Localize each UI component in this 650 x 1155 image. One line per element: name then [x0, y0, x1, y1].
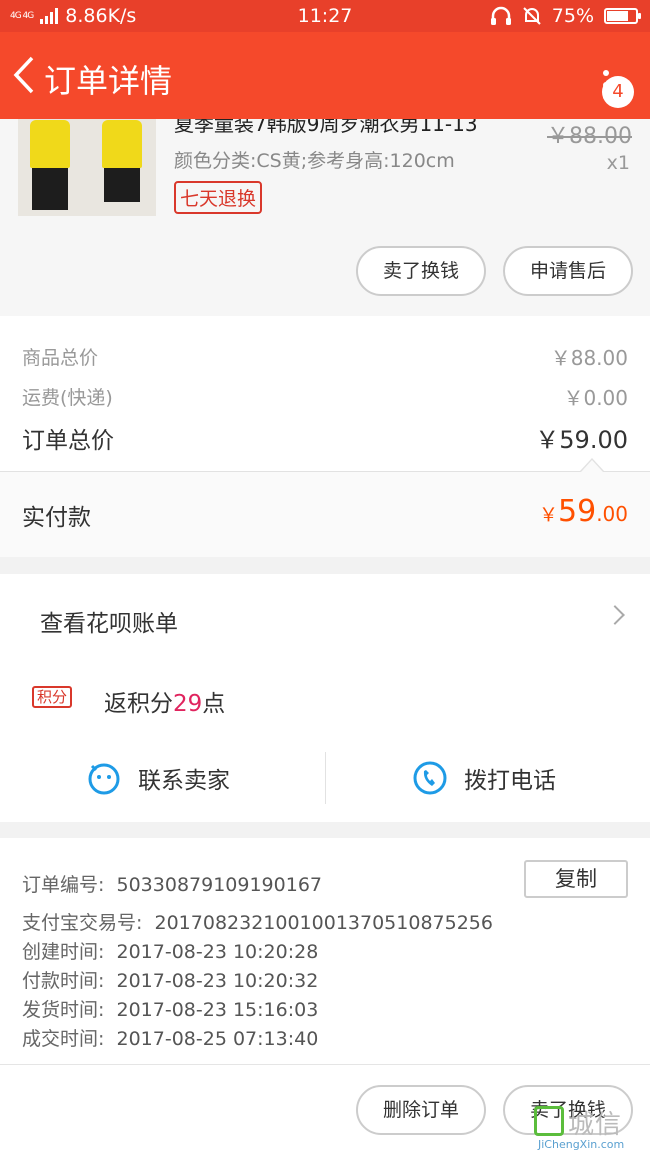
- paid-time-row: 付款时间: 2017-08-23 10:20:32: [22, 970, 319, 992]
- battery-icon: [604, 8, 641, 24]
- delete-order-button[interactable]: 删除订单: [356, 1085, 486, 1135]
- goods-total-value: ￥88.00: [550, 346, 628, 370]
- order-info: 订单编号: 50330879109190167 复制 支付宝交易号: 20170…: [0, 838, 650, 1064]
- closed-time-row: 成交时间: 2017-08-25 07:13:40: [22, 1028, 319, 1050]
- copy-button[interactable]: 复制: [524, 860, 628, 898]
- nav-bar: 订单详情 4: [0, 32, 650, 119]
- paid-label: 实付款: [22, 505, 91, 531]
- contact-seller-label: 联系卖家: [138, 768, 230, 794]
- product-quantity: x1: [606, 152, 630, 174]
- chat-smile-icon: [88, 763, 120, 795]
- order-number: 50330879109190167: [116, 874, 323, 896]
- services-section: 查看花呗账单 积分 返积分29点 联系卖家 拨打电话: [0, 574, 650, 822]
- contact-seller-button[interactable]: 联系卖家: [86, 752, 230, 804]
- huabei-bill-link[interactable]: 查看花呗账单: [40, 604, 178, 638]
- points-reward: 返积分29点: [104, 691, 226, 717]
- points-number: 29: [173, 691, 203, 717]
- shipping-value: ￥0.00: [563, 386, 628, 410]
- product-image[interactable]: [18, 114, 156, 216]
- status-bar: 4G 4G 8.86K/s 11:27 75%: [0, 0, 650, 32]
- notification-badge[interactable]: 4: [602, 76, 634, 108]
- watermark-logo: 城信 JiChengXin.com: [534, 1104, 650, 1155]
- paid-amount: ￥ 59 .00: [538, 494, 628, 529]
- order-total-label: 订单总价: [22, 427, 114, 454]
- price-summary: 商品总价 ￥88.00 运费(快递) ￥0.00 订单总价 ￥59.00: [0, 316, 650, 471]
- resell-button[interactable]: 卖了换钱: [356, 246, 486, 296]
- shipping-label: 运费(快递): [22, 387, 113, 409]
- created-time-row: 创建时间: 2017-08-23 10:20:28: [22, 941, 319, 963]
- battery-percent: 75%: [551, 5, 594, 27]
- product-sku: 颜色分类:CS黄;参考身高:120cm: [174, 150, 455, 172]
- shipped-time-row: 发货时间: 2017-08-23 15:16:03: [22, 999, 319, 1021]
- mute-bell-icon: [523, 7, 541, 25]
- order-number-row: 订单编号: 50330879109190167: [22, 874, 323, 896]
- call-phone-label: 拨打电话: [464, 768, 556, 794]
- phone-icon: [413, 761, 447, 795]
- points-tag: 积分: [32, 686, 73, 708]
- order-total-value: ￥59.00: [535, 426, 628, 454]
- after-sale-button[interactable]: 申请售后: [503, 246, 633, 296]
- goods-total-label: 商品总价: [22, 347, 99, 369]
- headset-icon: [490, 6, 511, 25]
- return-policy-tag: 七天退换: [174, 181, 263, 214]
- page-title: 订单详情: [44, 62, 173, 100]
- chevron-right-icon[interactable]: [605, 605, 625, 625]
- product-original-price: ￥88.00: [547, 124, 632, 149]
- alipay-number-row: 支付宝交易号: 2017082321001001370510875256: [22, 912, 493, 934]
- call-phone-button[interactable]: 拨打电话: [412, 752, 556, 804]
- product-card[interactable]: 夏季童装7韩版9周岁潮衣男11-13 颜色分类:CS黄;参考身高:120cm 七…: [0, 100, 650, 316]
- back-arrow-icon[interactable]: [10, 50, 40, 100]
- paid-amount-row: 实付款 ￥ 59 .00: [0, 458, 650, 557]
